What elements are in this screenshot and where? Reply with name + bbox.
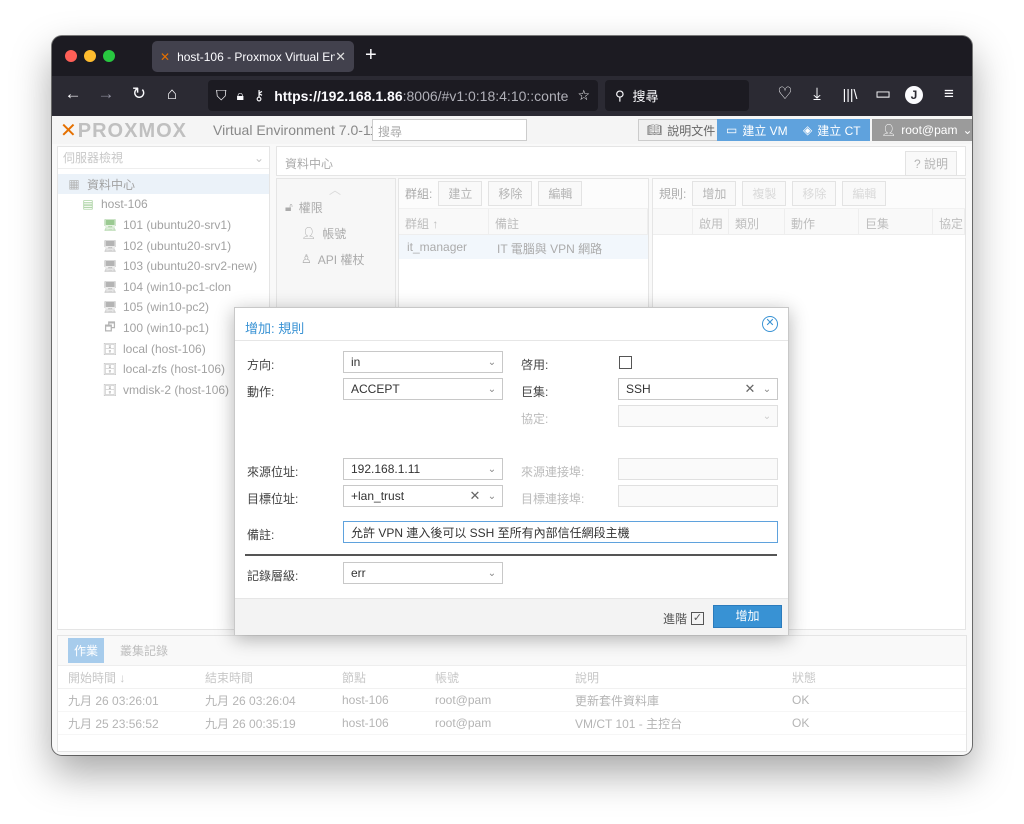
action-label: 動作:	[247, 385, 275, 399]
clear-icon[interactable]: ✕	[468, 488, 482, 504]
library-icon[interactable]: |||\	[839, 86, 861, 102]
dest-port-input[interactable]	[618, 485, 778, 507]
action-select[interactable]: ACCEPT ⌄	[343, 378, 503, 400]
chevron-down-icon: ⌄	[762, 383, 772, 395]
tab-title: host-106 - Proxmox Virtual Envi	[177, 49, 336, 64]
browser-toolbar: ← → ↻ ⌂ ⛉ 🔒︎ ⚷ https://192.168.1.86:8006…	[52, 76, 972, 116]
add-button[interactable]: 增加	[713, 605, 782, 628]
browser-tab[interactable]: ✕ host-106 - Proxmox Virtual Envi ✕	[152, 41, 354, 72]
dialog-header: 增加: 規則 ✕	[235, 308, 788, 341]
enable-label: 啓用:	[521, 358, 549, 372]
dialog-divider	[245, 554, 777, 556]
proxmox-favicon-icon: ✕	[160, 49, 171, 64]
chevron-down-icon: ⌄	[487, 567, 497, 579]
tab-bar: ✕ host-106 - Proxmox Virtual Envi ✕ +	[52, 36, 972, 76]
account-icon[interactable]: J	[905, 86, 923, 104]
chevron-down-icon: ⌄	[487, 463, 497, 475]
advanced-checkbox[interactable]: ✓	[691, 612, 704, 625]
key-icon[interactable]: ⚷	[254, 87, 264, 104]
shield-icon[interactable]: ⛉	[216, 87, 227, 104]
comment-input[interactable]: 允許 VPN 連入後可以 SSH 至所有內部信任網段主機	[343, 521, 778, 543]
close-tab-icon[interactable]: ✕	[335, 49, 346, 65]
home-icon[interactable]: ⌂	[161, 84, 183, 104]
dialog-footer: 進階 ✓ 增加	[235, 598, 788, 635]
chevron-down-icon: ⌄	[487, 490, 497, 502]
log-level-select[interactable]: err ⌄	[343, 562, 503, 584]
cube-icon: ◈	[803, 123, 813, 137]
close-icon[interactable]: ✕	[762, 316, 778, 332]
new-tab-button[interactable]: +	[365, 44, 377, 67]
sidebar-icon[interactable]: ▭	[872, 84, 894, 104]
dialog-title: 增加: 規則	[245, 321, 305, 336]
user-menu-button[interactable]: 👤︎ root@pam ⌄	[872, 119, 972, 141]
address-bar[interactable]: ⛉ 🔒︎ ⚷ https://192.168.1.86:8006/#v1:0:1…	[208, 80, 598, 111]
protocol-select[interactable]: ⌄	[618, 405, 778, 427]
source-port-input[interactable]	[618, 458, 778, 480]
lock-icon[interactable]: 🔒︎	[237, 87, 244, 104]
comment-label: 備註:	[247, 528, 275, 542]
user-icon: 👤︎	[881, 123, 897, 137]
chevron-down-icon: ⌄	[762, 410, 772, 422]
chevron-down-icon: ⌄	[487, 383, 497, 395]
dest-port-label: 目標連接埠:	[521, 492, 585, 506]
dest-label: 目標位址:	[247, 492, 299, 506]
pve-header: ✕PROXMOX Virtual Environment 7.0-11 搜尋 📖…	[52, 116, 972, 144]
chevron-down-icon: ⌄	[962, 123, 972, 137]
direction-label: 方向:	[247, 358, 275, 372]
bookmark-star-icon[interactable]: ☆	[577, 87, 590, 104]
back-icon[interactable]: ←	[62, 84, 84, 104]
advanced-toggle[interactable]: 進階 ✓	[663, 610, 704, 627]
pocket-icon[interactable]: ♡	[774, 84, 796, 104]
url-text[interactable]: https://192.168.1.86:8006/#v1:0:18:4:10:…	[274, 88, 571, 104]
create-vm-button[interactable]: ▭ 建立 VM	[717, 119, 797, 141]
create-ct-button[interactable]: ◈ 建立 CT	[794, 119, 870, 141]
book-icon: 📖︎	[647, 123, 663, 137]
source-port-label: 來源連接埠:	[521, 465, 585, 479]
add-rule-dialog: 增加: 規則 ✕ 方向: in ⌄ 啓用: 動作: ACCEPT ⌄ 巨集: SSH…	[234, 307, 789, 635]
dest-select[interactable]: +lan_trust ✕ ⌄	[343, 485, 503, 507]
browser-search-placeholder: 搜尋	[632, 89, 659, 104]
direction-select[interactable]: in ⌄	[343, 351, 503, 373]
browser-search-bar[interactable]: ⚲ 搜尋	[605, 80, 749, 111]
proxmox-logo: ✕PROXMOX	[60, 120, 188, 142]
proxmox-page: ✕PROXMOX Virtual Environment 7.0-11 搜尋 📖…	[52, 116, 972, 755]
monitor-icon: ▭	[726, 123, 738, 137]
macro-select[interactable]: SSH ✕ ⌄	[618, 378, 778, 400]
source-label: 來源位址:	[247, 465, 299, 479]
forward-icon[interactable]: →	[95, 84, 117, 104]
pve-search-input[interactable]: 搜尋	[372, 119, 527, 141]
minimize-window-button[interactable]	[84, 50, 96, 62]
close-window-button[interactable]	[65, 50, 77, 62]
clear-icon[interactable]: ✕	[743, 381, 757, 397]
enable-checkbox[interactable]	[619, 356, 632, 369]
search-icon: ⚲	[615, 87, 625, 103]
protocol-label: 協定:	[521, 412, 549, 426]
pve-version: Virtual Environment 7.0-11	[213, 122, 378, 138]
zoom-window-button[interactable]	[103, 50, 115, 62]
log-level-label: 記錄層級:	[247, 569, 299, 583]
source-select[interactable]: 192.168.1.11 ⌄	[343, 458, 503, 480]
reload-icon[interactable]: ↻	[128, 84, 150, 104]
download-icon[interactable]: ⤓	[806, 84, 828, 104]
macro-label: 巨集:	[521, 385, 549, 399]
chevron-down-icon: ⌄	[487, 356, 497, 368]
docs-button[interactable]: 📖︎ 說明文件	[638, 119, 725, 141]
browser-window: ✕ host-106 - Proxmox Virtual Envi ✕ + ← …	[52, 36, 972, 755]
menu-icon[interactable]: ≡	[938, 84, 960, 104]
